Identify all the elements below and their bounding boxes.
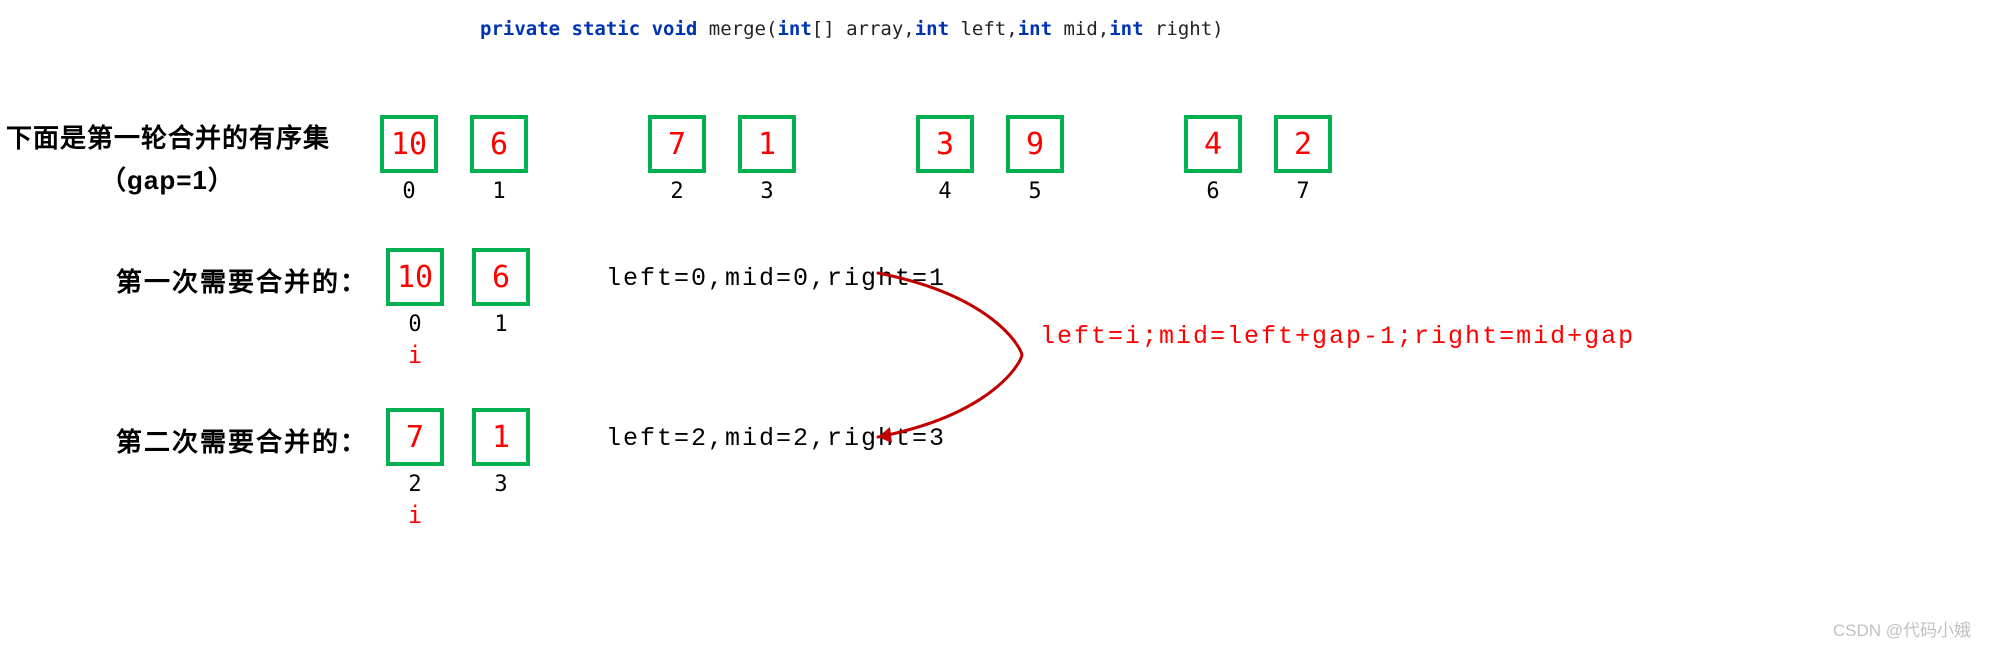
merge-box: 10 [386, 248, 444, 306]
caption-line1: 下面是第一轮合并的有序集 [6, 118, 330, 155]
keyword: int [1109, 18, 1143, 40]
array-cell: 34 [916, 115, 974, 204]
array-index: 6 [1206, 179, 1219, 204]
array-cell: 13 [738, 115, 796, 204]
array-pair: 100 61 [380, 115, 560, 204]
array-box: 4 [1184, 115, 1242, 173]
merge-box: 7 [386, 408, 444, 466]
merge-cell: 6 1 [472, 248, 530, 369]
array-cell: 61 [470, 115, 528, 204]
param: mid, [1052, 18, 1109, 40]
merge-index: 1 [494, 312, 507, 337]
array-cell: 95 [1006, 115, 1064, 204]
merge-info-1: left=0,mid=0,right=1 [606, 248, 946, 293]
array-row: 100 61 72 13 34 95 46 27 [380, 115, 1452, 204]
keyword: int [777, 18, 811, 40]
array-pair: 72 13 [648, 115, 828, 204]
merge-index: 3 [494, 472, 507, 497]
merge-boxes-2: 7 2 i 1 3 [386, 408, 558, 529]
merge-cell: 7 2 i [386, 408, 444, 529]
array-box: 6 [470, 115, 528, 173]
array-cell: 72 [648, 115, 706, 204]
watermark: CSDN @代码小娥 [1833, 616, 1971, 641]
caption-line2: （gap=1） [100, 160, 235, 197]
array-cell: 46 [1184, 115, 1242, 204]
array-cell: 27 [1274, 115, 1332, 204]
keyword: int [1018, 18, 1052, 40]
merge-cell: 1 3 [472, 408, 530, 529]
i-pointer: i [408, 501, 422, 529]
merge-row-1: 第一次需要合并的： 10 0 i 6 1 left=0,mid=0,right=… [78, 248, 946, 369]
keyword: private static void [480, 18, 697, 40]
merge-info-2: left=2,mid=2,right=3 [606, 408, 946, 453]
formula-text: left=i;mid=left+gap-1;right=mid+gap [1040, 322, 1635, 351]
merge-label-1: 第一次需要合并的： [78, 248, 368, 299]
array-box: 2 [1274, 115, 1332, 173]
i-pointer: i [408, 341, 422, 369]
merge-row-2: 第二次需要合并的： 7 2 i 1 3 left=2,mid=2,right=3 [78, 408, 946, 529]
merge-index: 2 [408, 472, 421, 497]
array-index: 7 [1296, 179, 1309, 204]
merge-cell: 10 0 i [386, 248, 444, 369]
array-index: 4 [938, 179, 951, 204]
merge-index: 0 [408, 312, 421, 337]
param: right) [1144, 18, 1224, 40]
code-signature: private static void merge(int[] array,in… [480, 18, 1224, 40]
merge-boxes-1: 10 0 i 6 1 [386, 248, 558, 369]
array-box: 9 [1006, 115, 1064, 173]
array-index: 1 [492, 179, 505, 204]
merge-label-2: 第二次需要合并的： [78, 408, 368, 459]
array-pair: 46 27 [1184, 115, 1364, 204]
array-index: 3 [760, 179, 773, 204]
param: left, [949, 18, 1018, 40]
merge-box: 6 [472, 248, 530, 306]
array-index: 0 [402, 179, 415, 204]
array-index: 2 [670, 179, 683, 204]
array-box: 3 [916, 115, 974, 173]
array-box: 1 [738, 115, 796, 173]
array-index: 5 [1028, 179, 1041, 204]
fn-name: merge [697, 18, 766, 40]
keyword: int [915, 18, 949, 40]
param: [] array, [812, 18, 915, 40]
array-pair: 34 95 [916, 115, 1096, 204]
merge-box: 1 [472, 408, 530, 466]
paren: ( [766, 18, 777, 40]
array-box: 10 [380, 115, 438, 173]
array-cell: 100 [380, 115, 438, 204]
array-box: 7 [648, 115, 706, 173]
